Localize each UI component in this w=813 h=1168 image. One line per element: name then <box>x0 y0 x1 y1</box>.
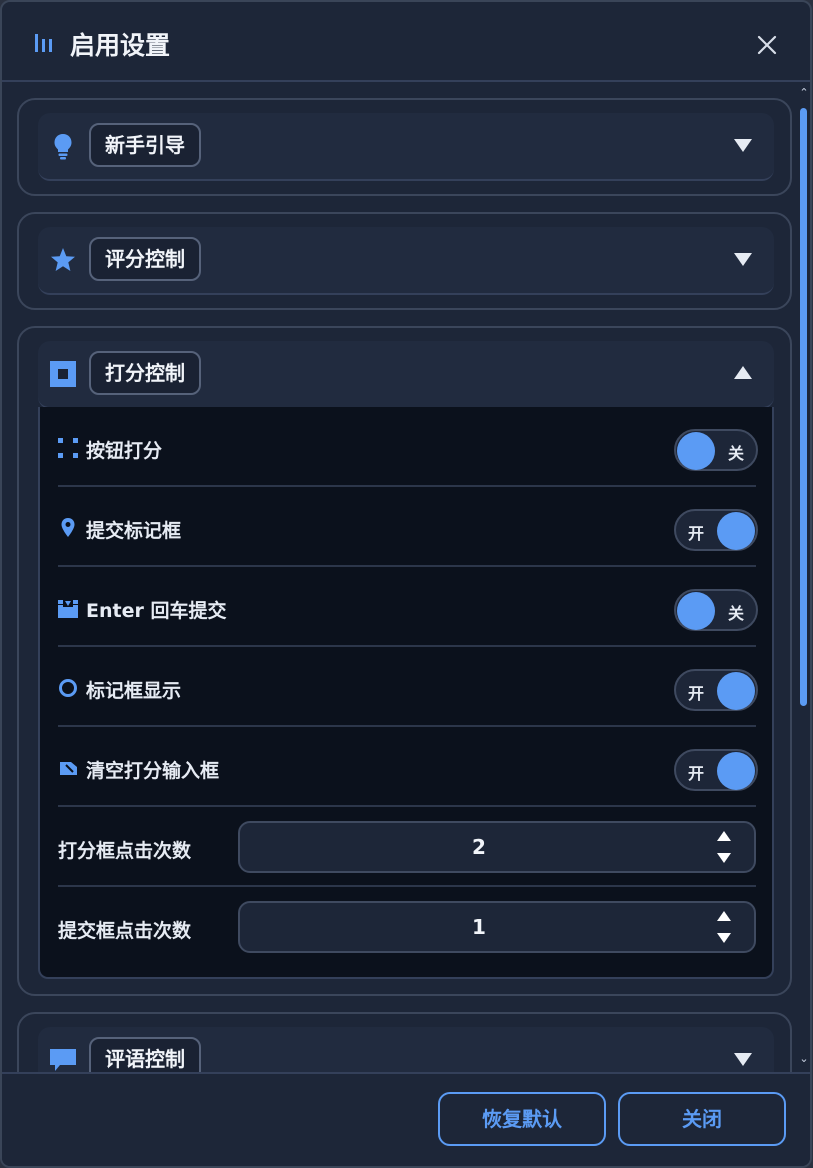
setting-row-box-display: 标记框显示 开 <box>58 647 758 727</box>
scroll-up-icon[interactable]: ⌃ <box>797 86 810 100</box>
toggle-knob <box>717 672 755 710</box>
setting-row-submit-clicks: 提交框点击次数 1 <box>58 887 756 967</box>
toggle-state: 关 <box>728 604 745 623</box>
caret-down-icon[interactable] <box>716 931 732 945</box>
toggle-knob <box>717 512 755 550</box>
section-guide-header[interactable]: 新手引导 <box>38 113 774 181</box>
clear-input-toggle[interactable]: 开 <box>674 749 758 791</box>
caret-down-icon[interactable] <box>732 1049 754 1069</box>
eraser-icon <box>60 762 77 775</box>
setting-row-score-clicks: 打分框点击次数 2 <box>58 807 756 887</box>
section-scoring-body: 按钮打分 关 提交标记框 开 Enter 回车提交 关 标记框显示 开 清空打分… <box>38 407 774 979</box>
bar-chart-icon <box>35 34 52 52</box>
section-guide: 新手引导 <box>17 98 792 196</box>
dialog-footer: 恢复默认 关闭 <box>2 1072 810 1166</box>
setting-label: 提交框点击次数 <box>58 920 192 942</box>
score-clicks-stepper[interactable]: 2 <box>238 821 756 873</box>
section-comment-header[interactable]: 评语控制 <box>38 1027 774 1072</box>
setting-label: 提交标记框 <box>86 520 182 542</box>
stepper-value: 1 <box>472 915 486 939</box>
caret-up-icon[interactable] <box>732 363 754 383</box>
toggle-knob <box>677 592 715 630</box>
section-rating-header[interactable]: 评分控制 <box>38 227 774 295</box>
section-comment-label: 评语控制 <box>89 1037 201 1072</box>
setting-label: Enter 回车提交 <box>86 600 227 622</box>
section-guide-label: 新手引导 <box>89 123 201 167</box>
stepper-value: 2 <box>472 835 486 859</box>
section-rating-label: 评分控制 <box>89 237 201 281</box>
star-icon <box>51 248 75 271</box>
map-pin-icon <box>61 518 75 537</box>
toggle-knob <box>677 432 715 470</box>
button-score-toggle[interactable]: 关 <box>674 429 758 471</box>
grid-dots-icon <box>58 438 78 458</box>
scrollbar-thumb[interactable] <box>800 108 807 706</box>
setting-label: 打分框点击次数 <box>58 840 192 862</box>
settings-scroll-area: 新手引导 评分控制 打分控制 按钮打分 关 提交标记框 开 Enter 回车提交… <box>2 84 798 1072</box>
close-icon[interactable] <box>756 34 778 56</box>
setting-row-clear-input: 清空打分输入框 开 <box>58 727 758 807</box>
section-scoring-header[interactable]: 打分控制 <box>38 341 774 409</box>
toggle-state: 关 <box>728 444 745 463</box>
vertical-scrollbar[interactable]: ⌃ ⌄ <box>797 86 810 1072</box>
toggle-state: 开 <box>688 524 705 543</box>
section-scoring: 打分控制 按钮打分 关 提交标记框 开 Enter 回车提交 关 标记框显示 开… <box>17 326 792 996</box>
inbox-download-icon <box>58 600 78 618</box>
scroll-down-icon[interactable]: ⌄ <box>797 1052 810 1066</box>
caret-down-icon[interactable] <box>716 851 732 865</box>
setting-row-button-score: 按钮打分 关 <box>58 407 758 487</box>
setting-label: 清空打分输入框 <box>86 760 220 782</box>
setting-row-enter-submit: Enter 回车提交 关 <box>58 567 758 647</box>
square-stop-icon <box>50 361 76 387</box>
dialog-header: 启用设置 <box>2 2 810 82</box>
comment-icon <box>50 1049 76 1071</box>
close-button[interactable]: 关闭 <box>618 1092 786 1146</box>
section-scoring-label: 打分控制 <box>89 351 201 395</box>
lightbulb-icon <box>54 134 72 160</box>
circle-outline-icon <box>59 679 77 697</box>
caret-down-icon[interactable] <box>732 135 754 155</box>
toggle-state: 开 <box>688 684 705 703</box>
toggle-knob <box>717 752 755 790</box>
dialog-title: 启用设置 <box>70 31 171 60</box>
submit-box-toggle[interactable]: 开 <box>674 509 758 551</box>
caret-up-icon[interactable] <box>716 909 732 923</box>
box-display-toggle[interactable]: 开 <box>674 669 758 711</box>
setting-label: 标记框显示 <box>86 680 182 702</box>
settings-dialog: 启用设置 新手引导 评分控制 打分控制 按钮打分 关 提交标记框 开 Enter… <box>0 0 812 1168</box>
section-rating: 评分控制 <box>17 212 792 310</box>
submit-clicks-stepper[interactable]: 1 <box>238 901 756 953</box>
setting-row-submit-box: 提交标记框 开 <box>58 487 758 567</box>
section-comment: 评语控制 <box>17 1012 792 1072</box>
setting-label: 按钮打分 <box>86 440 163 462</box>
toggle-state: 开 <box>688 764 705 783</box>
caret-up-icon[interactable] <box>716 829 732 843</box>
enter-submit-toggle[interactable]: 关 <box>674 589 758 631</box>
reset-defaults-button[interactable]: 恢复默认 <box>438 1092 606 1146</box>
caret-down-icon[interactable] <box>732 249 754 269</box>
